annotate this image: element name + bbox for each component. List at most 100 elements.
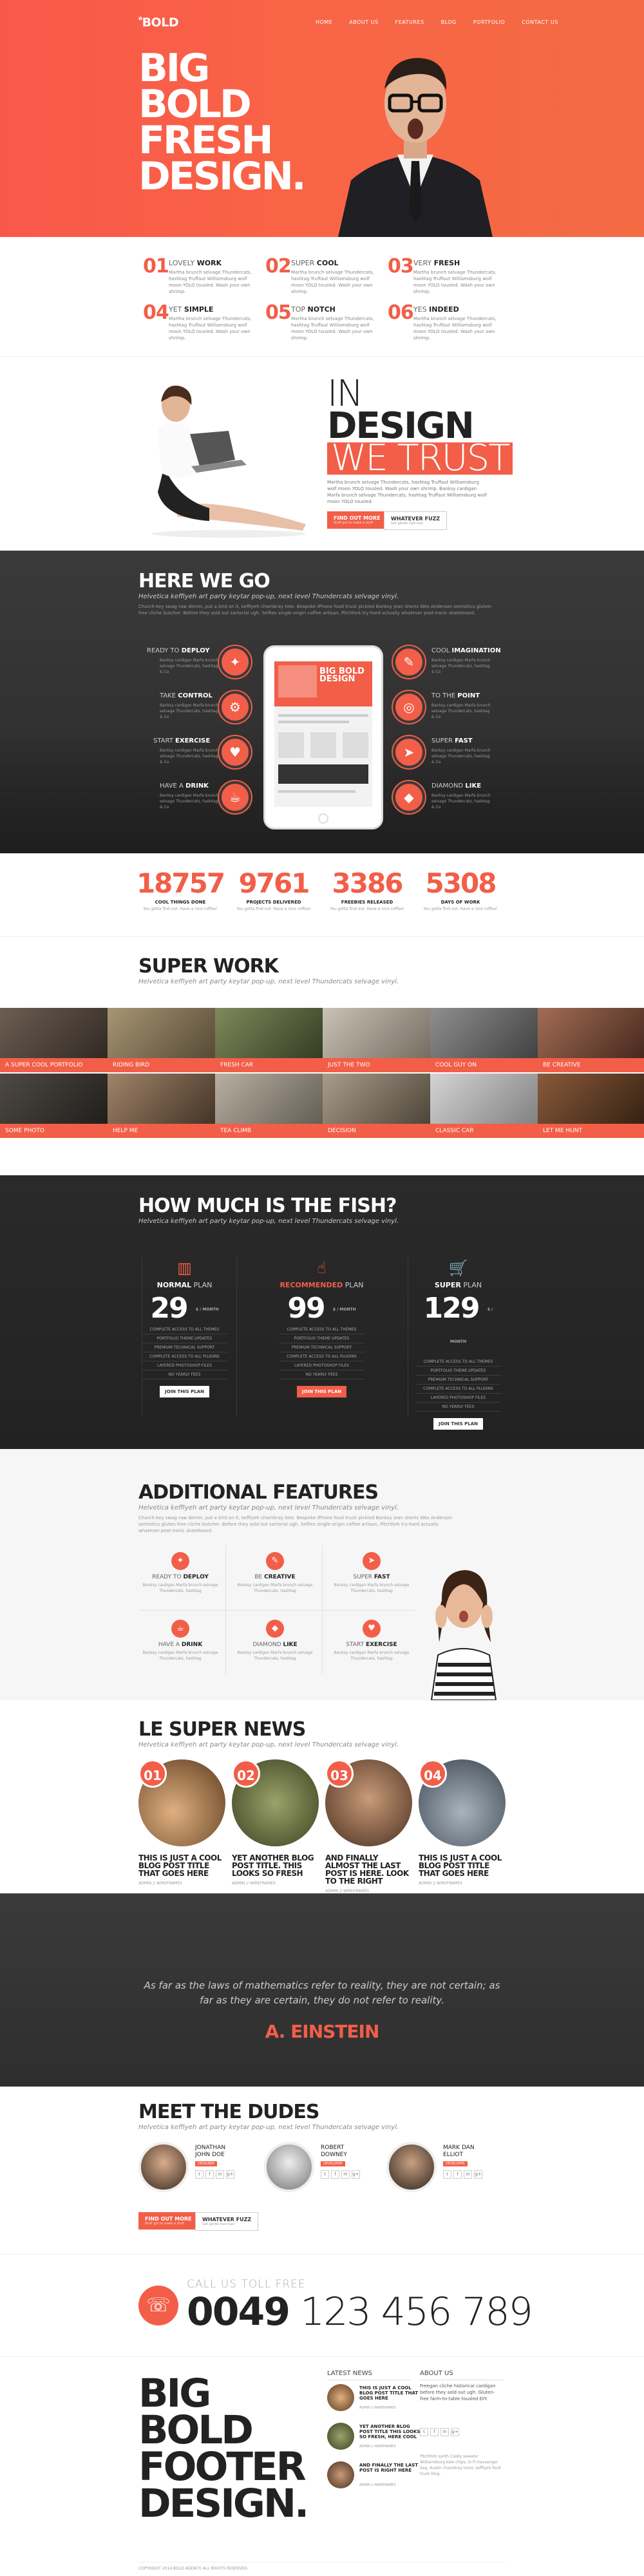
portfolio-item[interactable]: HELP ME (108, 1074, 215, 1138)
linkedin-icon[interactable]: in (341, 2170, 350, 2179)
hero-line: FRESH (138, 118, 274, 163)
section-title: HOW MUCH IS THE FISH? (138, 1195, 397, 1217)
phone-number[interactable]: 0049 123 456 789 (187, 2292, 533, 2332)
news-title[interactable]: YET ANOTHER BLOG POST TITLE. THIS LOOKS … (232, 1854, 319, 1877)
googleplus-icon[interactable]: g+ (474, 2170, 482, 2179)
tablet-mockup: BIG BOLD DESIGN (265, 647, 381, 828)
footer-news-item[interactable]: YET ANOTHER BLOG POST TITLE THIS LOOKS S… (327, 2423, 424, 2455)
portfolio-item[interactable]: LET ME HUNT (538, 1074, 644, 1138)
tablet-thumb (310, 732, 336, 758)
footer-news-meta: ADMIN // WIREFRAMES (359, 2445, 396, 2448)
join-plan-button[interactable]: Join this plan (433, 1418, 484, 1430)
footer-news-title[interactable]: YET ANOTHER BLOG POST TITLE THIS LOOKS S… (359, 2424, 424, 2439)
social-links: t f in g+ (195, 2170, 234, 2179)
section-title: ADDITIONAL FEATURES (138, 1481, 379, 1504)
plan-feature: COMPLETE ACCESS TO ALL THEMES (279, 1325, 365, 1334)
footer-news-item[interactable]: THIS IS JUST A COOL BLOG POST TITLE THAT… (327, 2384, 424, 2416)
logo[interactable]: aBOLD (138, 15, 179, 30)
linkedin-icon[interactable]: in (464, 2170, 472, 2179)
button-sublabel: Stuff got to make a stuff (145, 2222, 184, 2226)
car-icon: ➤ (393, 736, 425, 768)
feature-title-bold: SIMPLE (184, 305, 214, 314)
member-first: ROBERT (321, 2145, 345, 2151)
portfolio-item[interactable]: SOME PHOTO (0, 1074, 108, 1138)
facebook-icon[interactable]: f (205, 2170, 214, 2179)
stat-label: DAYS OF WORK (440, 900, 480, 905)
add-feature-item: ◆ DIAMOND LIKE Banksy cardigan Marfa brunc… (233, 1620, 317, 1671)
portfolio-item[interactable]: CLASSIC CAR (430, 1074, 538, 1138)
title-bold: LIKE (465, 782, 482, 790)
plan-feature: NO YEARLY FEES (142, 1370, 227, 1379)
feature-text: Banksy cardigan Marfa brunch selvage Thu… (431, 658, 491, 674)
nav-about[interactable]: About Us (349, 19, 378, 25)
find-out-more-button[interactable]: Find out more Stuff got to make a stuff (327, 511, 387, 529)
coffee-icon: ☕ (219, 781, 251, 813)
footer-social-links: t f in g+ (420, 2428, 459, 2436)
nav-home[interactable]: Home (316, 19, 332, 25)
news-meta: ADMIN // WIREFRAMES (419, 1881, 462, 1886)
portfolio-item[interactable]: TEA CLIMB (215, 1074, 323, 1138)
footer-news-title[interactable]: AND FINALLY THE LAST POST IS RIGHT HERE (359, 2463, 424, 2473)
add-feature-item: ☕ HAVE A DRINK Banksy cardigan Marfa brunc… (138, 1620, 222, 1671)
facebook-icon[interactable]: f (453, 2170, 462, 2179)
portfolio-item[interactable]: A SUPER COOL PORTFOLIO (0, 1008, 108, 1072)
nav-contact[interactable]: Contact Us (522, 19, 558, 25)
twitter-icon[interactable]: t (420, 2428, 428, 2436)
phone-icon[interactable]: ☏ (138, 2286, 178, 2325)
news-item[interactable]: 04 THIS IS JUST A COOL BLOG POST TITLE T… (419, 1759, 506, 1886)
linkedin-icon[interactable]: in (216, 2170, 224, 2179)
news-item[interactable]: 01 THIS IS JUST A COOL BLOG POST TITLE T… (138, 1759, 225, 1886)
portfolio-item[interactable]: DECISION (323, 1074, 430, 1138)
twitter-icon[interactable]: t (443, 2170, 451, 2179)
portfolio-item[interactable]: JUST THE TWO (323, 1008, 430, 1072)
twitter-icon[interactable]: t (321, 2170, 329, 2179)
plan-feature: PREMIUM TECHNICAL SUPPORT (142, 1343, 227, 1352)
title-light: START (153, 737, 173, 744)
about-text: Freegan cliche historical cardigan befor… (420, 2383, 496, 2401)
news-title[interactable]: THIS IS JUST A COOL BLOG POST TITLE THAT… (138, 1854, 225, 1877)
facebook-icon[interactable]: f (331, 2170, 339, 2179)
googleplus-icon[interactable]: g+ (451, 2428, 459, 2436)
find-out-more-button[interactable]: Find out more Stuff got to make a stuff (138, 2212, 198, 2230)
features-section: 01 LOVELY WORK Martha brunch selvage Thu… (0, 237, 644, 356)
nav-blog[interactable]: Blog (441, 19, 457, 25)
portfolio-item[interactable]: BE CREATIVE (538, 1008, 644, 1072)
join-plan-button[interactable]: Join this plan (296, 1386, 347, 1397)
feature-title-light: SUPER (291, 259, 315, 267)
stat-item: 9761 PROJECTS DELIVERED You gotta find o… (229, 867, 319, 911)
portfolio-item[interactable]: RIDING BIRD (108, 1008, 215, 1072)
linkedin-icon[interactable]: in (440, 2428, 449, 2436)
whatever-fuzz-button[interactable]: Whatever Fuzz Get gentle fuzz fuzz (384, 511, 448, 530)
news-title[interactable]: AND FINALLY ALMOST THE LAST POST IS HERE… (325, 1854, 412, 1885)
news-item[interactable]: 03 AND FINALLY ALMOST THE LAST POST IS H… (325, 1759, 412, 1893)
plan-price-period: $ / MONTH (332, 1307, 356, 1312)
nav-features[interactable]: Features (395, 19, 424, 25)
whatever-fuzz-button[interactable]: Whatever Fuzz Get gentle fuzz fuzz (195, 2212, 259, 2231)
googleplus-icon[interactable]: g+ (352, 2170, 360, 2179)
stat-desc: You gotta find out. Have a nice coffee! (143, 907, 218, 911)
news-item[interactable]: 02 YET ANOTHER BLOG POST TITLE. THIS LOO… (232, 1759, 319, 1886)
facebook-icon[interactable]: f (430, 2428, 439, 2436)
member-name: MARK DAN ELLIOT (443, 2145, 475, 2159)
footer-news-item[interactable]: AND FINALLY THE LAST POST IS RIGHT HERE … (327, 2461, 424, 2494)
twitter-icon[interactable]: t (195, 2170, 204, 2179)
news-number: 01 (138, 1759, 167, 1788)
hero-line: BOLD (138, 82, 252, 127)
title-light: SUPER (431, 737, 453, 744)
portfolio-item[interactable]: FRESH CAR (215, 1008, 323, 1072)
about-text-secondary: Pitchfork synth Cosby sweater Williamsbu… (420, 2454, 501, 2476)
footer-news-title[interactable]: THIS IS JUST A COOL BLOG POST TITLE THAT… (359, 2385, 424, 2401)
join-plan-button[interactable]: Join this plan (159, 1386, 210, 1397)
news-title[interactable]: THIS IS JUST A COOL BLOG POST TITLE THAT… (419, 1854, 506, 1877)
add-feature-text: Banksy cardigan Marfa brunch selvage Thu… (237, 1651, 313, 1661)
title-light: HAVE A (158, 1642, 180, 1648)
stat-item: 3386 FREEBIES RELEASED You gotta find ou… (322, 867, 412, 911)
feature-point: TO THE POINT Banksy cardigan Marfa brunc… (431, 692, 528, 731)
title-light: READY TO (147, 647, 180, 654)
googleplus-icon[interactable]: g+ (226, 2170, 234, 2179)
add-feature-item: ➤ SUPER FAST Banksy cardigan Marfa brunch … (330, 1552, 413, 1604)
nav-portfolio[interactable]: Portfolio (473, 19, 506, 25)
portfolio-item[interactable]: COOL GUY ON (430, 1008, 538, 1072)
tablet-row (278, 714, 368, 717)
stat-item: 5308 DAYS OF WORK You gotta find out. Ha… (415, 867, 506, 911)
